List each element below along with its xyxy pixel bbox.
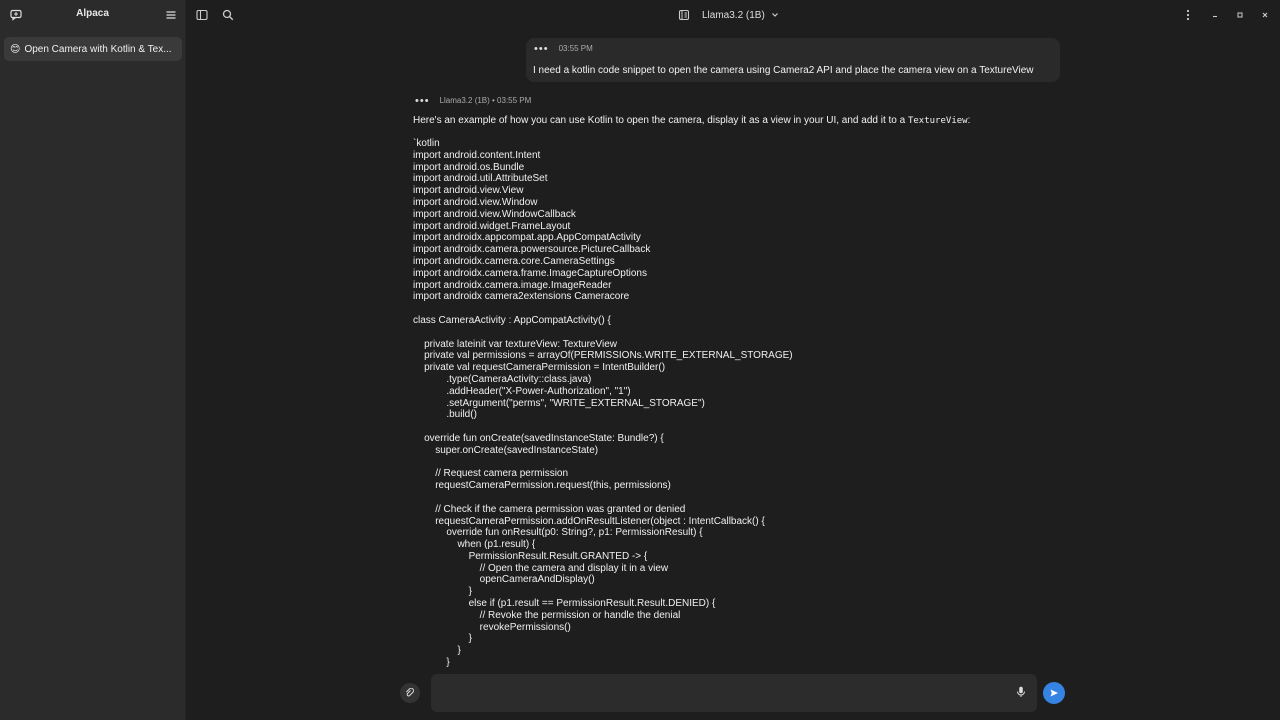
model-selector[interactable]: Llama3.2 (1B) — [678, 7, 779, 23]
send-button[interactable] — [1043, 682, 1065, 704]
chat-menu-button[interactable] — [1181, 8, 1195, 22]
attachment-icon — [406, 688, 414, 697]
close-icon — [1262, 12, 1268, 18]
chat-emoji: 😊 — [10, 43, 21, 55]
app-window: Alpaca 😊 Open Camera with Kotlin & Tex..… — [0, 0, 1280, 720]
message-options-button[interactable]: ••• — [534, 43, 549, 54]
maximize-button[interactable] — [1233, 8, 1247, 22]
message-time: 03:55 PM — [558, 44, 593, 53]
message-input-bar — [400, 672, 1070, 712]
voice-input-button[interactable] — [1014, 684, 1028, 700]
sidebar-toggle-icon — [196, 9, 208, 21]
sidebar-header: Alpaca — [0, 0, 185, 30]
intro-inline-code: TextureView — [907, 116, 968, 126]
chat-list-item-label: Open Camera with Kotlin & Tex... — [24, 43, 172, 55]
user-message-text: I need a kotlin code snippet to open the… — [533, 65, 1034, 76]
model-name: Llama3.2 (1B) — [702, 9, 765, 21]
assistant-message-meta: ••• Llama3.2 (1B) • 03:55 PM — [415, 95, 532, 106]
user-message: ••• 03:55 PM I need a kotlin code snippe… — [526, 38, 1060, 82]
send-icon — [1050, 689, 1058, 697]
hamburger-menu-icon — [166, 11, 176, 19]
main-menu-button[interactable] — [163, 7, 179, 23]
message-options-button[interactable]: ••• — [415, 95, 430, 106]
model-manager-icon — [678, 9, 690, 21]
minimize-icon — [1213, 15, 1217, 18]
maximize-icon — [1237, 12, 1243, 18]
sidebar: Alpaca 😊 Open Camera with Kotlin & Tex..… — [0, 0, 186, 720]
attach-button[interactable] — [400, 683, 420, 703]
code-snippet: `kotlin import android.content.Intent im… — [413, 138, 793, 669]
close-button[interactable] — [1258, 8, 1272, 22]
intro-text: Here's an example of how you can use Kot… — [413, 115, 908, 126]
intro-end: : — [967, 115, 971, 126]
search-icon — [222, 9, 234, 21]
toggle-sidebar-button[interactable] — [194, 7, 210, 23]
search-button[interactable] — [220, 7, 236, 23]
main-area: Llama3.2 (1B) ••• 03:55 PM I need a kotl… — [186, 0, 1280, 720]
chat-list-item[interactable]: 😊 Open Camera with Kotlin & Tex... — [4, 37, 182, 61]
vertical-dots-icon — [1186, 9, 1190, 21]
chevron-down-icon — [771, 13, 778, 17]
app-title: Alpaca — [76, 8, 109, 19]
message-author-time: Llama3.2 (1B) • 03:55 PM — [439, 96, 532, 105]
message-input[interactable] — [431, 674, 1037, 712]
minimize-button[interactable] — [1208, 8, 1222, 22]
user-message-meta: ••• 03:55 PM — [534, 43, 593, 54]
microphone-icon — [1017, 686, 1025, 697]
assistant-message-intro: Here's an example of how you can use Kot… — [413, 115, 970, 126]
header-bar: Llama3.2 (1B) — [186, 0, 1280, 30]
